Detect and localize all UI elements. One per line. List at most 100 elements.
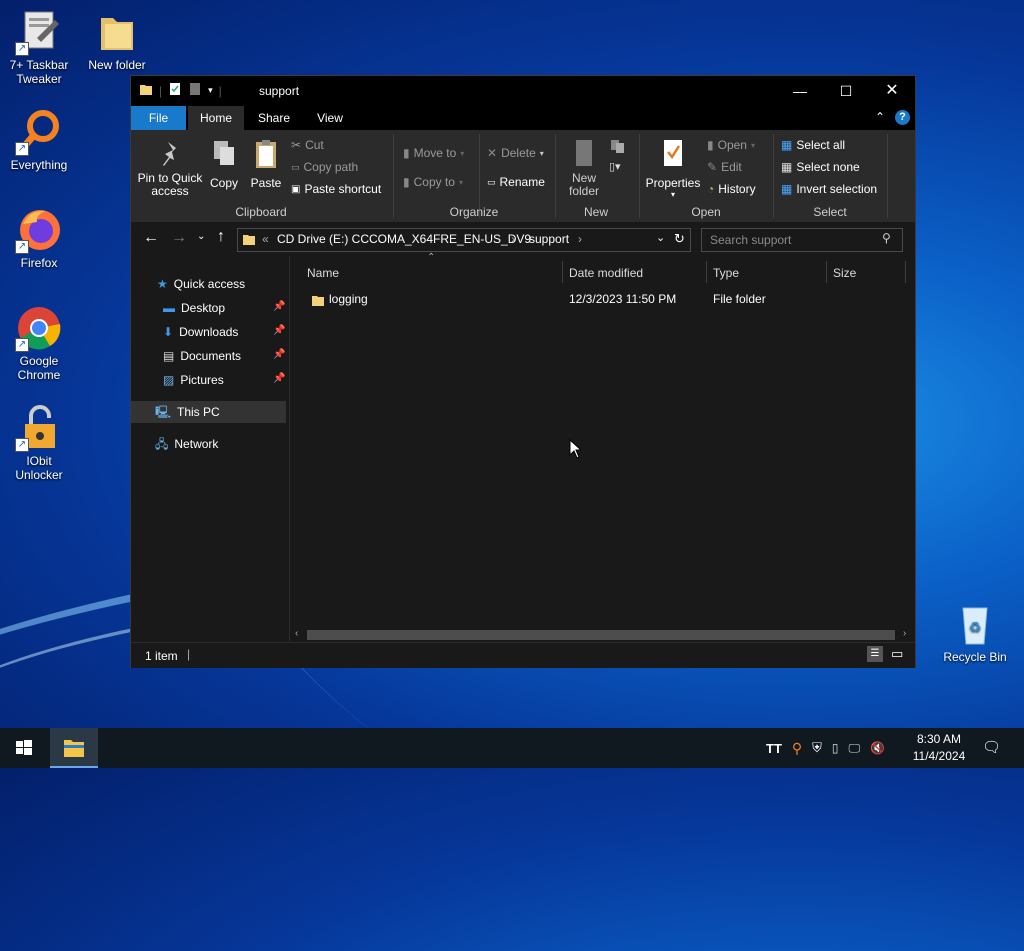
- tab-home[interactable]: Home: [188, 106, 244, 130]
- select-all-button[interactable]: ▦ Select all: [781, 138, 845, 152]
- breadcrumb-cd-drive[interactable]: CD Drive (E:) CCCOMA_X64FRE_EN-US_DV9: [277, 232, 531, 246]
- search-box[interactable]: Search support ⚲: [701, 228, 903, 252]
- desktop-icon-new-folder[interactable]: New folder: [81, 8, 153, 72]
- folder-icon: [139, 82, 153, 99]
- back-arrow-icon[interactable]: ←: [143, 229, 159, 247]
- pin-icon: 📌: [273, 301, 286, 312]
- delete-button[interactable]: ✕ Delete ▾: [487, 146, 544, 160]
- properties-qat-icon[interactable]: [168, 82, 182, 99]
- firefox-icon: ↗: [15, 206, 63, 254]
- file-type: File folder: [713, 292, 766, 306]
- new-item-icon[interactable]: [609, 138, 629, 157]
- rename-icon: ▭: [487, 176, 496, 187]
- select-none-button[interactable]: ▦ Select none: [781, 160, 860, 174]
- column-header-type[interactable]: Type: [713, 261, 823, 285]
- copy-button[interactable]: Copy: [207, 138, 241, 190]
- invert-selection-button[interactable]: ▦ Invert selection: [781, 182, 877, 196]
- file-explorer-taskbar-button[interactable]: [50, 728, 98, 768]
- nav-quick-access[interactable]: ★ Quick access: [157, 273, 245, 295]
- star-icon: ★: [157, 277, 168, 291]
- refresh-icon[interactable]: ↻: [674, 231, 685, 247]
- paste-button[interactable]: Paste: [249, 138, 283, 190]
- pin-icon: 📌: [273, 325, 286, 336]
- pin-icon: [137, 138, 203, 172]
- group-label-open: Open: [691, 205, 721, 219]
- rename-button[interactable]: ▭ Rename: [487, 175, 545, 189]
- qat-dropdown-icon[interactable]: ▾: [208, 85, 213, 96]
- desktop-icon-label: IObit Unlocker: [15, 454, 63, 482]
- cut-button[interactable]: ✂ Cut: [291, 138, 324, 152]
- desktop-icon-firefox[interactable]: ↗ Firefox: [3, 206, 75, 270]
- tab-view[interactable]: View: [304, 106, 356, 130]
- history-button[interactable]: ◔ History: [707, 182, 756, 196]
- everything-tray-icon[interactable]: ⚲: [792, 740, 802, 757]
- column-header-name[interactable]: Name: [307, 261, 557, 285]
- large-icons-view-icon[interactable]: ▭: [891, 646, 903, 662]
- nav-item-desktop[interactable]: ▬ Desktop: [163, 297, 289, 319]
- copy-path-button[interactable]: ▭ Copy path: [291, 160, 358, 174]
- ribbon-collapse-icon[interactable]: ⌃: [875, 110, 885, 124]
- computer-icon: 🖳: [155, 405, 172, 419]
- copy-to-button[interactable]: ▮ Copy to ▾: [403, 175, 463, 189]
- desktop-icon-7-taskbar-tweaker[interactable]: ↗ 7+ Taskbar Tweaker: [3, 8, 75, 86]
- properties-button[interactable]: Properties ▾: [645, 138, 701, 199]
- scroll-right-icon[interactable]: ›: [903, 628, 906, 639]
- breadcrumb-overflow[interactable]: «: [262, 232, 269, 246]
- breadcrumb-support[interactable]: support: [529, 232, 569, 246]
- text-size-icon[interactable]: TT: [766, 741, 782, 756]
- recent-locations-icon[interactable]: ⌄: [197, 231, 205, 242]
- tab-file[interactable]: File: [131, 106, 186, 130]
- minimize-button[interactable]: —: [777, 76, 823, 106]
- nav-item-pictures[interactable]: ▨ Pictures: [163, 369, 289, 391]
- new-folder-button[interactable]: New folder: [563, 138, 605, 198]
- edit-button[interactable]: ✎ Edit: [707, 160, 742, 174]
- network-status-icon[interactable]: 🖵: [849, 741, 861, 756]
- open-button[interactable]: ▮ Open ▾: [707, 138, 755, 152]
- move-to-button[interactable]: ▮ Move to ▾: [403, 146, 464, 160]
- column-header-date-modified[interactable]: Date modified: [569, 261, 709, 285]
- up-arrow-icon[interactable]: ↑: [217, 228, 225, 246]
- easy-access-icon[interactable]: ▯▾: [609, 160, 621, 173]
- new-folder-icon: [563, 138, 605, 172]
- close-button[interactable]: ✕: [869, 76, 915, 106]
- help-icon[interactable]: ?: [895, 110, 910, 125]
- address-dropdown-icon[interactable]: ⌄: [656, 231, 665, 244]
- desktop-icon-google-chrome[interactable]: ↗ Google Chrome: [3, 304, 75, 382]
- tab-share[interactable]: Share: [248, 106, 300, 130]
- new-folder-qat-icon[interactable]: [188, 82, 202, 99]
- address-bar[interactable]: « CD Drive (E:) CCCOMA_X64FRE_EN-US_DV9 …: [237, 228, 691, 252]
- breadcrumb-chevron-icon[interactable]: ›: [578, 232, 582, 246]
- table-row[interactable]: logging 12/3/2023 11:50 PM File folder: [301, 288, 901, 310]
- scrollbar-thumb[interactable]: [307, 630, 895, 640]
- breadcrumb-chevron-icon[interactable]: ›: [511, 232, 515, 246]
- defender-shield-icon[interactable]: ⛨: [812, 740, 822, 756]
- desktop-icon-iobit-unlocker[interactable]: ↗ IObit Unlocker: [3, 404, 75, 482]
- desktop-icon-label: New folder: [88, 58, 146, 72]
- notifications-icon[interactable]: 🗨: [982, 738, 1001, 756]
- paste-shortcut-button[interactable]: ▣ Paste shortcut: [291, 182, 381, 196]
- usb-icon[interactable]: ▯: [832, 741, 839, 755]
- horizontal-scrollbar[interactable]: ‹ ›: [291, 628, 913, 642]
- forward-arrow-icon[interactable]: →: [171, 229, 187, 247]
- volume-muted-icon[interactable]: 🔇: [870, 741, 885, 755]
- details-view-icon[interactable]: ☰: [867, 646, 883, 662]
- nav-item-downloads[interactable]: ⬇ Downloads: [163, 321, 289, 343]
- start-button[interactable]: [0, 728, 48, 768]
- title-bar: | ▾ | support — ☐ ✕: [131, 76, 915, 106]
- scroll-left-icon[interactable]: ‹: [295, 628, 298, 639]
- pin-to-quick-access-button[interactable]: Pin to Quick access: [137, 138, 203, 198]
- nav-network[interactable]: 🖧 Network: [155, 433, 218, 455]
- maximize-button[interactable]: ☐: [823, 76, 869, 106]
- pin-icon: 📌: [273, 373, 286, 384]
- select-all-icon: ▦: [781, 138, 793, 152]
- clock[interactable]: 8:30 AM 11/4/2024: [900, 731, 978, 765]
- desktop-icon-recycle-bin[interactable]: ♻ Recycle Bin: [939, 600, 1011, 664]
- search-input[interactable]: Search support: [710, 233, 791, 247]
- column-header-size[interactable]: Size: [833, 261, 903, 285]
- folder-icon: [311, 292, 325, 314]
- desktop-icon-label: Everything: [10, 158, 68, 172]
- desktop-icon-everything[interactable]: ↗ Everything: [3, 108, 75, 172]
- nav-this-pc[interactable]: 🖳 This PC: [131, 401, 286, 423]
- ribbon: Pin to Quick access Copy Paste ✂ Cut ▭ Cop…: [131, 130, 915, 222]
- nav-item-documents[interactable]: ▤ Documents: [163, 345, 289, 367]
